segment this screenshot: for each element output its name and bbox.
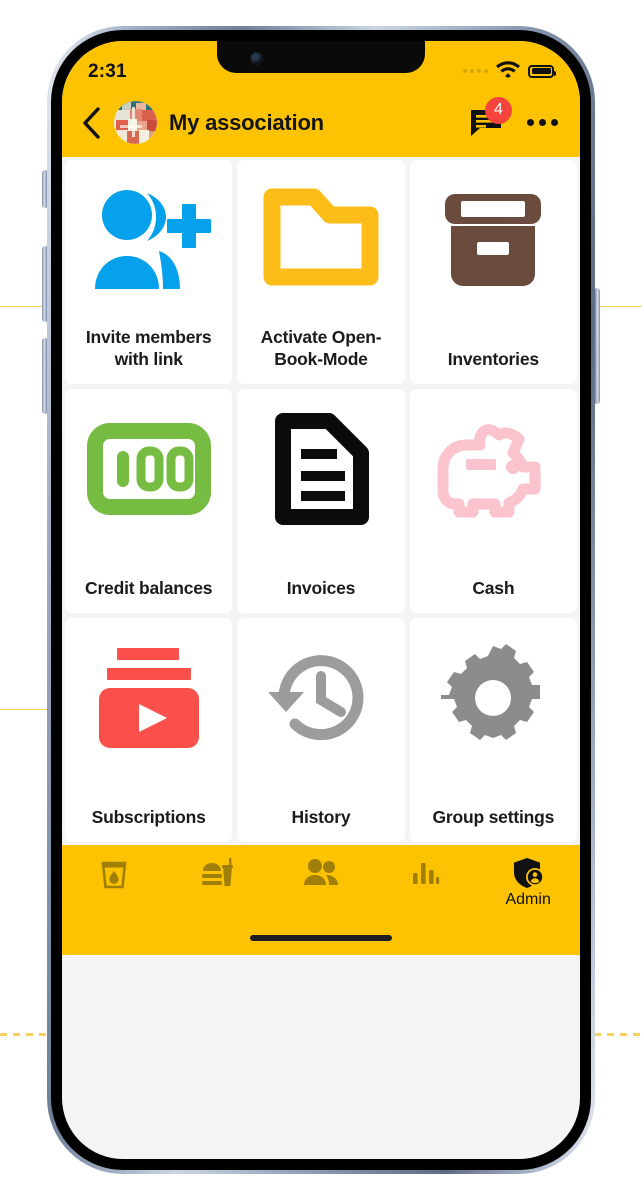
tile-label: Invite members with link: [85, 326, 212, 369]
tile-open-book-mode[interactable]: Activate Open-Book-Mode: [237, 160, 405, 384]
tile-group-settings[interactable]: Group settings: [409, 618, 577, 842]
status-indicators: [463, 59, 556, 83]
tile-label: Group settings: [432, 806, 555, 827]
tab-statistics[interactable]: [373, 857, 477, 889]
history-clock-icon: [262, 632, 380, 764]
folder-icon: [258, 174, 384, 306]
status-clock: 2:31: [88, 61, 127, 82]
tab-food[interactable]: [166, 857, 270, 893]
fast-food-icon: [202, 858, 234, 886]
bottom-navigation: Admin: [62, 845, 580, 921]
tile-label: Inventories: [447, 348, 539, 369]
piggy-bank-icon: [433, 403, 553, 535]
money-100-icon: [86, 403, 211, 535]
home-bar[interactable]: [250, 935, 392, 941]
display-notch: [217, 41, 425, 73]
messages-button[interactable]: 4: [469, 96, 512, 140]
person-add-icon: [85, 174, 213, 306]
tile-label: Activate Open-Book-Mode: [260, 326, 382, 369]
more-horizontal-icon[interactable]: [527, 119, 558, 126]
document-lines-icon: [269, 403, 373, 535]
signal-dots-icon: [463, 69, 488, 73]
tab-members[interactable]: [269, 857, 373, 891]
front-camera-icon: [251, 53, 262, 64]
bar-chart-icon: [412, 863, 439, 884]
wifi-icon: [495, 59, 521, 83]
battery-full-icon: [528, 64, 556, 78]
tile-inventories[interactable]: Inventories: [409, 160, 577, 384]
archive-box-icon: [437, 174, 549, 306]
phone-bezel: 2:31 My association 4 Invite members wit…: [51, 30, 591, 1170]
app-header: My association 4: [62, 88, 580, 157]
tile-label: History: [291, 806, 351, 827]
status-badge: 4: [485, 96, 512, 124]
tile-invite-members[interactable]: Invite members with link: [65, 160, 233, 384]
drink-glass-icon: [101, 861, 127, 889]
people-group-icon: [303, 859, 338, 885]
tile-invoices[interactable]: Invoices: [237, 389, 405, 613]
tile-cash[interactable]: Cash: [409, 389, 577, 613]
tab-drinks[interactable]: [62, 857, 166, 893]
tile-label: Credit balances: [85, 577, 213, 598]
tile-label: Cash: [472, 577, 515, 598]
home-indicator-area: [62, 921, 580, 955]
screenshot-canvas: 2:31 My association 4 Invite members wit…: [0, 0, 642, 1200]
tile-label: Subscriptions: [91, 806, 206, 827]
phone-frame: 2:31 My association 4 Invite members wit…: [47, 26, 595, 1174]
avatar[interactable]: [114, 101, 157, 144]
subscriptions-play-icon: [91, 632, 207, 764]
shield-person-icon: [514, 858, 545, 888]
tile-credit-balances[interactable]: Credit balances: [65, 389, 233, 613]
back-chevron-icon[interactable]: [80, 106, 102, 140]
tab-admin[interactable]: Admin: [476, 857, 580, 909]
tile-label: Invoices: [286, 577, 356, 598]
tile-history[interactable]: History: [237, 618, 405, 842]
page-title: My association: [169, 109, 324, 135]
action-grid: Invite members with link Activate Open-B…: [62, 157, 580, 845]
gear-icon: [437, 632, 549, 764]
tile-subscriptions[interactable]: Subscriptions: [65, 618, 233, 842]
phone-screen: 2:31 My association 4 Invite members wit…: [62, 41, 580, 1159]
tab-label: Admin: [505, 891, 551, 908]
